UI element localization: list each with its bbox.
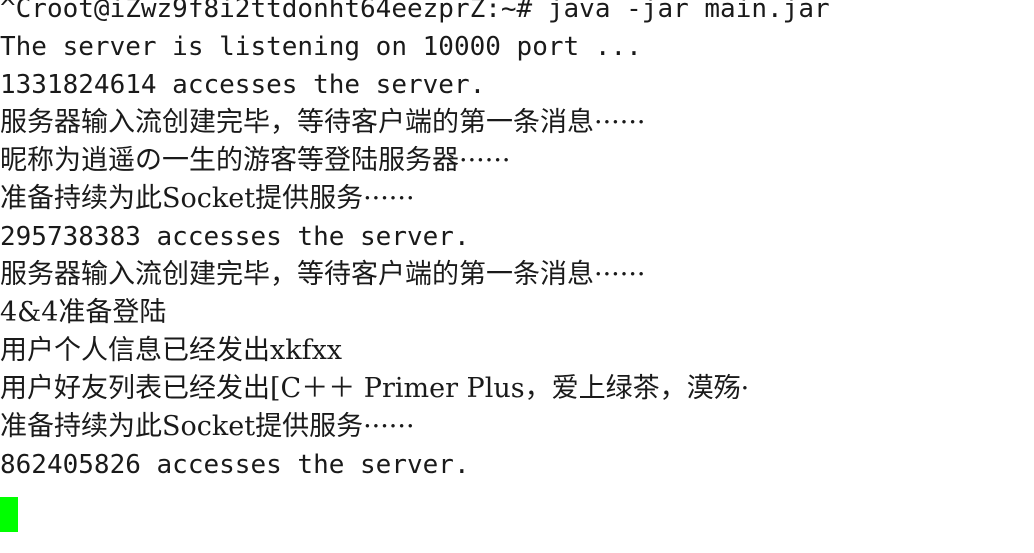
terminal-line-stream-1: 服务器输入流创建完毕，等待客户端的第一条消息······ — [0, 107, 646, 138]
terminal-line-access-2: 295738383 accesses the server. — [0, 222, 470, 252]
terminal-line-listening: The server is listening on 10000 port ..… — [0, 32, 642, 62]
block-cursor-icon — [0, 497, 18, 532]
terminal-line-socket-2: 准备持续为此Socket提供服务······ — [0, 411, 415, 442]
terminal-cursor-row — [0, 497, 1034, 533]
terminal-line-access-1: 1331824614 accesses the server. — [0, 70, 486, 100]
terminal-line-userinfo: 用户个人信息已经发出xkfxx — [0, 335, 343, 366]
terminal-line-nickname: 昵称为逍遥の一生的游客等登陆服务器······ — [0, 145, 511, 176]
terminal-window[interactable]: ^Croot@iZwz9f8i2ttdonht64eezprZ:~# java … — [0, 0, 1034, 553]
terminal-line-access-3: 862405826 accesses the server. — [0, 450, 470, 480]
terminal-line-login: 4&4准备登陆 — [0, 297, 167, 328]
terminal-line-stream-2: 服务器输入流创建完毕，等待客户端的第一条消息······ — [0, 259, 646, 290]
terminal-line-socket-1: 准备持续为此Socket提供服务······ — [0, 183, 415, 214]
terminal-line-friendlist: 用户好友列表已经发出[C＋＋ Primer Plus，爱上绿茶，漠殇· — [0, 373, 750, 404]
terminal-line-prompt: ^Croot@iZwz9f8i2ttdonht64eezprZ:~# java … — [0, 0, 830, 24]
terminal-output-area[interactable]: ^Croot@iZwz9f8i2ttdonht64eezprZ:~# java … — [0, 0, 1034, 484]
